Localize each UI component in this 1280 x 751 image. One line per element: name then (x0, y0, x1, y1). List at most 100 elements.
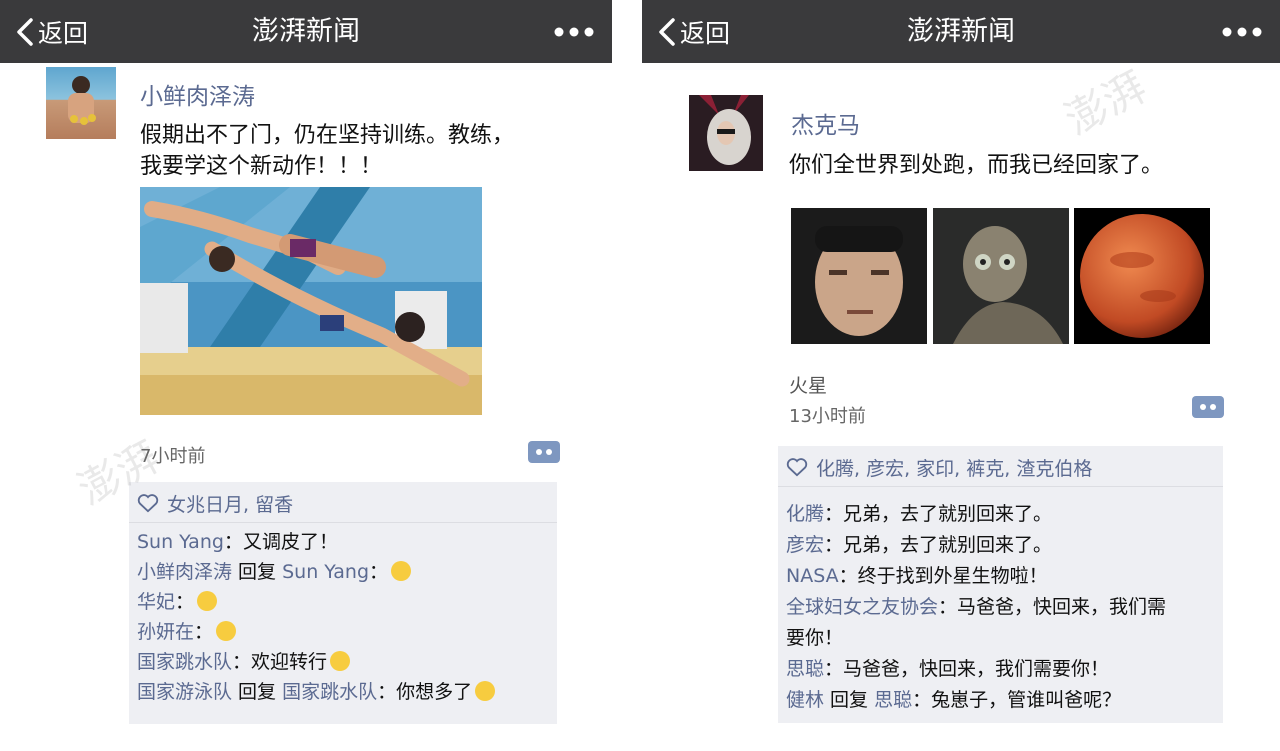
comment-item[interactable]: 健林 回复 思聪：兔崽子，管谁叫爸呢？ (786, 685, 1121, 715)
comment-text: 兄弟，去了就别回来了。 (843, 534, 1053, 556)
post-text: 你们全世界到处跑，而我已经回家了。 (789, 153, 1164, 178)
heart-icon (786, 458, 808, 477)
comment-sep: ： (194, 621, 214, 643)
nav-bar: 返回 澎湃新闻 (642, 0, 1280, 63)
right-screenshot: 返回 澎湃新闻 澎湃 杰克马 你们全世界到处跑，而我已经回家了。 火星 13小时… (642, 0, 1280, 751)
comment-item[interactable]: 彦宏：兄弟，去了就别回来了。 (786, 530, 1052, 560)
post-time: 7小时前 (140, 446, 206, 467)
reply-target-name[interactable]: 思聪 (874, 689, 912, 711)
reply-word: 回复 (824, 689, 875, 711)
commenter-name[interactable]: 孙妍在 (137, 621, 194, 643)
comment-text: 要你！ (786, 627, 844, 649)
chevron-left-icon (17, 17, 33, 46)
comment-sep: ： (938, 596, 958, 618)
comment-sep: ： (912, 689, 932, 711)
comment-button[interactable] (528, 441, 560, 463)
post-photo-jack-ma[interactable] (791, 208, 927, 344)
post-time: 13小时前 (789, 406, 866, 427)
comment-sep: ： (824, 658, 844, 680)
commenter-name[interactable]: 思聪 (786, 658, 824, 680)
back-label: 返回 (38, 18, 89, 48)
commenter-name[interactable]: 彦宏 (786, 534, 824, 556)
left-screenshot: 返回 澎湃新闻 小鲜肉泽涛 假期出不了门，仍在坚持训练。教练， 我要学这个新动作… (0, 0, 612, 751)
heart-icon (137, 494, 159, 513)
likes-comments-box: 女兆日月, 留香 Sun Yang：又调皮了！ 小鲜肉泽涛 回复 Sun Yan… (129, 482, 557, 724)
back-label: 返回 (680, 18, 731, 48)
comment-text: 又调皮了！ (242, 531, 338, 553)
nav-title: 澎湃新闻 (252, 16, 360, 47)
likes-names[interactable]: 化腾, 彦宏, 家印, 裤克, 渣克伯格 (816, 454, 1092, 481)
comment-text: 兔崽子，管谁叫爸呢？ (931, 689, 1122, 711)
comment-text: 欢迎转行 (251, 651, 328, 673)
post-photo-gollum[interactable] (933, 208, 1069, 344)
comment-button[interactable] (1192, 396, 1224, 418)
likes-names[interactable]: 女兆日月, 留香 (167, 490, 293, 517)
commenter-name[interactable]: NASA (786, 565, 839, 587)
divider (129, 522, 557, 523)
commenter-name[interactable]: 国家跳水队 (137, 651, 232, 673)
commenter-name[interactable]: 小鲜肉泽涛 (137, 561, 232, 583)
commenter-name[interactable]: 国家游泳队 (137, 681, 232, 703)
comment-text: 兄弟，去了就别回来了。 (843, 503, 1053, 525)
comment-item[interactable]: 思聪：马爸爸，快回来，我们需要你！ (786, 654, 1109, 684)
post-text-line-2: 我要学这个新动作！！！ (140, 154, 383, 179)
comment-text: 马爸爸，快回来，我们需 (957, 596, 1167, 618)
comment-item[interactable]: 国家跳水队：欢迎转行 (137, 647, 351, 677)
comment-item[interactable]: 孙妍在： (137, 617, 237, 647)
more-dots-icon (1222, 27, 1262, 36)
avatar[interactable] (46, 67, 116, 139)
emoji-shush-icon (216, 621, 237, 641)
nav-title: 澎湃新闻 (907, 16, 1015, 47)
comment-sep: ： (175, 591, 195, 613)
post-username[interactable]: 小鲜肉泽涛 (140, 77, 255, 111)
comment-item[interactable]: 国家游泳队 回复 国家跳水队：你想多了 (137, 677, 496, 707)
avatar[interactable] (689, 95, 763, 171)
reply-target-name[interactable]: Sun Yang (282, 561, 369, 583)
reply-target-name[interactable]: 国家跳水队 (282, 681, 377, 703)
post-location[interactable]: 火星 (789, 371, 827, 398)
comment-sep: ： (824, 503, 844, 525)
post-username[interactable]: 杰克马 (791, 106, 860, 140)
back-button[interactable]: 返回 (14, 0, 88, 63)
comment-item[interactable]: 化腾：兄弟，去了就别回来了。 (786, 499, 1052, 529)
divider (778, 486, 1223, 487)
comment-item[interactable]: 全球妇女之友协会：马爸爸，快回来，我们需 (786, 592, 1166, 622)
more-button[interactable] (1222, 0, 1262, 63)
comment-item[interactable]: 华妃： (137, 587, 218, 617)
comment-text: 终于找到外星生物啦！ (857, 565, 1048, 587)
emoji-thinking-icon (475, 681, 496, 701)
more-button[interactable] (554, 0, 594, 63)
comment-sep: ： (223, 531, 243, 553)
post-text-line-1: 假期出不了门，仍在坚持训练。教练， (140, 123, 515, 148)
comment-sep: ： (377, 681, 397, 703)
commenter-name[interactable]: 华妃 (137, 591, 175, 613)
likes-row: 女兆日月, 留香 (137, 488, 293, 518)
back-button[interactable]: 返回 (656, 0, 730, 63)
comment-text: 马爸爸，快回来，我们需要你！ (843, 658, 1110, 680)
commenter-name[interactable]: 化腾 (786, 503, 824, 525)
emoji-shush-icon (197, 591, 218, 611)
watermark: 澎湃 (1056, 61, 1155, 145)
nav-bar: 返回 澎湃新闻 (0, 0, 612, 63)
reply-word: 回复 (232, 561, 283, 583)
comment-sep: ： (824, 534, 844, 556)
comment-item[interactable]: NASA：终于找到外星生物啦！ (786, 561, 1048, 591)
comment-sep: ： (232, 651, 252, 673)
commenter-name[interactable]: Sun Yang (137, 531, 224, 553)
emoji-hug-icon (391, 561, 412, 581)
post-photo-mars[interactable] (1074, 208, 1210, 344)
comment-sep: ： (838, 565, 858, 587)
comment-item-continued[interactable]: 要你！ (786, 623, 843, 653)
post-photo[interactable] (140, 187, 482, 415)
chevron-left-icon (659, 17, 675, 46)
more-dots-icon (554, 27, 594, 36)
comment-item[interactable]: Sun Yang：又调皮了！ (137, 527, 338, 557)
comment-item[interactable]: 小鲜肉泽涛 回复 Sun Yang： (137, 557, 412, 587)
commenter-name[interactable]: 全球妇女之友协会 (786, 596, 938, 618)
comment-sep: ： (369, 561, 389, 583)
likes-comments-box: 化腾, 彦宏, 家印, 裤克, 渣克伯格 化腾：兄弟，去了就别回来了。 彦宏：兄… (778, 446, 1223, 723)
reply-word: 回复 (232, 681, 283, 703)
likes-row: 化腾, 彦宏, 家印, 裤克, 渣克伯格 (786, 452, 1092, 482)
commenter-name[interactable]: 健林 (786, 689, 824, 711)
comment-text: 你想多了 (396, 681, 473, 703)
